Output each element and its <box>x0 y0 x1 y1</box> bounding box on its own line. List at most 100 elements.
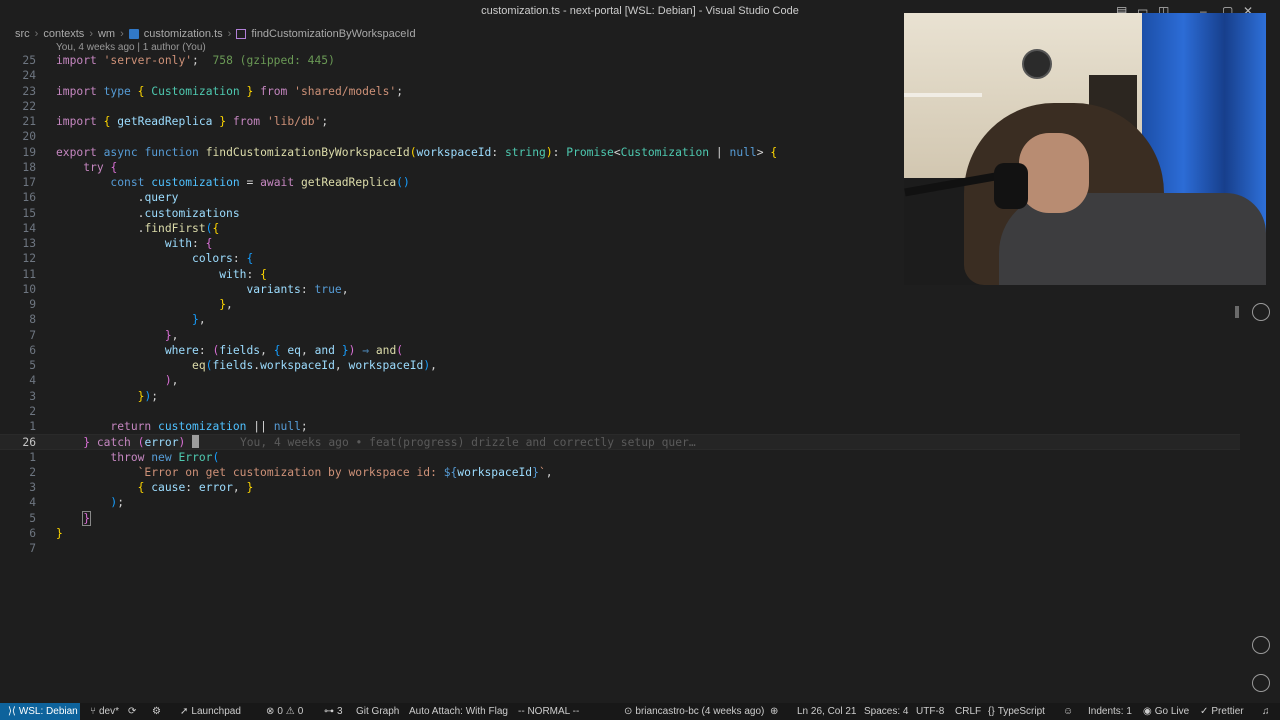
line-number: 15 <box>22 206 36 220</box>
ports-icon: ⊶ <box>324 706 334 717</box>
go-live-button[interactable]: ◉ Go Live <box>1143 703 1189 720</box>
line-number: 14 <box>22 221 36 235</box>
line-code: return customization || null; <box>110 420 308 433</box>
line-number: 6 <box>29 343 36 357</box>
line-number: 25 <box>22 54 36 67</box>
line-number: 19 <box>22 145 36 159</box>
breadcrumb-item-symbol[interactable]: findCustomizationByWorkspaceId <box>249 28 417 40</box>
copilot-icon[interactable]: ☺ <box>1063 703 1073 720</box>
line-code: variants: true, <box>246 282 349 296</box>
breadcrumb-item-wm[interactable]: wm <box>96 28 117 40</box>
git-graph-button[interactable]: Git Graph <box>356 703 399 720</box>
breadcrumb-item-src[interactable]: src <box>13 28 32 40</box>
indentation-setting[interactable]: Spaces: 4 <box>864 703 908 720</box>
breadcrumb-item-file[interactable]: customization.ts <box>142 28 225 40</box>
code-line: 5 eq(fields.workspaceId, workspaceId), <box>0 358 1240 373</box>
code-line: 3 { cause: error, } <box>0 480 1240 495</box>
line-number: 3 <box>29 481 36 494</box>
line-number: 13 <box>22 237 36 250</box>
line-number: 9 <box>29 298 36 311</box>
settings-sync-icon[interactable] <box>1252 303 1270 321</box>
code-line: 2 <box>0 404 1240 419</box>
line-code: with: { <box>219 267 267 281</box>
line-number: 7 <box>29 542 36 555</box>
line-number: 2 <box>29 404 36 418</box>
line-number: 8 <box>29 313 36 327</box>
line-code: } catch (error) You, 4 weeks ago • feat(… <box>83 435 696 450</box>
typescript-file-icon <box>128 29 139 39</box>
encoding-setting[interactable]: UTF-8 <box>916 703 944 720</box>
ports-indicator[interactable]: ⊶ 3 <box>324 703 343 720</box>
line-number: 26 <box>22 436 36 450</box>
line-number: 12 <box>22 252 36 266</box>
chevron-right-icon: › <box>89 28 93 40</box>
line-code: } <box>82 510 92 526</box>
line-code: .customizations <box>137 206 240 220</box>
line-code: } <box>56 526 63 540</box>
prettier-button[interactable]: ✓ Prettier <box>1200 703 1244 720</box>
line-code: with: { <box>164 237 213 250</box>
branch-indicator[interactable]: ⑂ dev* <box>90 703 119 720</box>
line-code: .findFirst({ <box>137 221 220 235</box>
remote-icon: ⟩⟨ <box>8 706 16 717</box>
breadcrumb-item-contexts[interactable]: contexts <box>41 28 86 40</box>
line-code: import 'server-only'; 758 (gzipped: 445) <box>56 54 335 67</box>
line-number: 3 <box>29 389 36 403</box>
zoom-icon[interactable]: ⊕ <box>770 703 778 720</box>
eol-setting[interactable]: CRLF <box>955 703 981 720</box>
error-icon: ⊗ <box>266 706 275 717</box>
code-line-active: 26 } catch (error) You, 4 weeks ago • fe… <box>0 434 1240 450</box>
debug-icon[interactable]: ⚙ <box>152 703 161 720</box>
line-number: 2 <box>29 465 36 479</box>
bell-icon[interactable]: ♫ <box>1262 703 1270 720</box>
auto-attach-button[interactable]: Auto Attach: With Flag <box>409 703 508 720</box>
code-line: 4 ), <box>0 373 1240 388</box>
sync-icon[interactable]: ⟳ <box>128 703 136 720</box>
line-number: 11 <box>22 267 36 281</box>
code-line: 1 throw new Error( <box>0 450 1240 465</box>
problems-indicator[interactable]: ⊗ 0 ⚠ 0 <box>266 703 303 720</box>
import-cost-hint: 758 (gzipped: 445) <box>212 54 335 67</box>
breadcrumb: src › contexts › wm › customization.ts ›… <box>0 26 418 42</box>
cursor-position[interactable]: Ln 26, Col 21 <box>797 703 857 720</box>
line-code: .query <box>137 191 179 205</box>
line-code: colors: { <box>192 252 254 266</box>
line-number: 18 <box>22 160 36 174</box>
code-line: 6} <box>0 526 1240 541</box>
line-code: const customization = await getReadRepli… <box>110 176 410 189</box>
warning-icon: ⚠ <box>285 706 295 717</box>
code-line: 4 ); <box>0 495 1240 510</box>
indents-setting[interactable]: Indents: 1 <box>1088 703 1132 720</box>
source-control-icon: ⑂ <box>90 706 96 717</box>
blame-indicator[interactable]: ⊙ briancastro-bc (4 weeks ago) <box>624 703 764 720</box>
line-number: 22 <box>22 99 36 113</box>
launchpad-button[interactable]: ➚ Launchpad <box>180 703 241 720</box>
remote-indicator[interactable]: ⟩⟨ WSL: Debian <box>0 703 80 720</box>
broadcast-icon: ◉ <box>1143 706 1152 717</box>
chevron-right-icon: › <box>227 28 232 40</box>
rocket-icon: ➚ <box>180 706 189 717</box>
line-number: 1 <box>29 450 36 464</box>
line-code: `Error on get customization by workspace… <box>137 465 553 479</box>
webcam-shelf <box>904 93 982 97</box>
line-code: where: (fields, { eq, and }) ⇒ and( <box>164 343 404 357</box>
account-icon[interactable] <box>1252 636 1270 654</box>
line-code: eq(fields.workspaceId, workspaceId), <box>192 359 437 372</box>
code-line: 2 `Error on get customization by workspa… <box>0 465 1240 480</box>
code-line: 5 } <box>0 510 1240 526</box>
line-number: 20 <box>22 130 36 144</box>
code-line: 9 }, <box>0 297 1240 312</box>
line-number: 1 <box>29 420 36 433</box>
line-number: 23 <box>22 84 36 98</box>
code-line: 1 return customization || null; <box>0 419 1240 434</box>
webcam-overlay <box>904 13 1266 285</box>
code-line: 3 }); <box>0 389 1240 404</box>
line-number: 10 <box>22 282 36 296</box>
git-codelens[interactable]: You, 4 weeks ago | 1 author (You) <box>56 42 206 53</box>
line-code: ); <box>110 496 125 510</box>
editor-scrollbar-thumb[interactable] <box>1235 306 1239 318</box>
gear-icon[interactable] <box>1252 674 1270 692</box>
line-number: 24 <box>22 69 36 83</box>
language-mode[interactable]: {} TypeScript <box>988 703 1045 720</box>
line-number: 7 <box>29 328 36 342</box>
